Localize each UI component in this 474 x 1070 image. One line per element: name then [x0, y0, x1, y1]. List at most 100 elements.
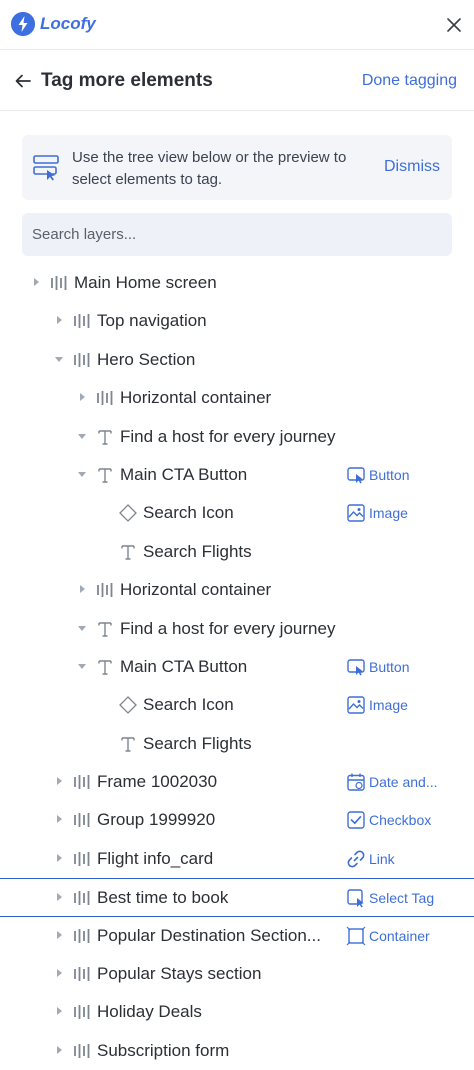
tree-row-label: Popular Destination Section... [97, 925, 321, 945]
banner-text: Use the tree view below or the preview t… [72, 149, 347, 188]
tree-row[interactable]: Find a host for every journey [0, 610, 474, 648]
tree-row-label: Main CTA Button [120, 464, 248, 484]
tree-row-label: Search Icon [143, 695, 234, 715]
tag-label: Date and... [369, 774, 438, 791]
tree-row-label: Frame 1002030 [97, 772, 218, 792]
caret-right-icon[interactable] [53, 1005, 65, 1017]
tag-label: Select Tag [369, 890, 435, 907]
search-layers-input[interactable] [22, 213, 452, 256]
caret-down-icon[interactable] [53, 353, 65, 365]
tree-row[interactable]: Search Icon Image [0, 686, 474, 724]
select-element-icon [33, 155, 59, 181]
tag-label: Button [369, 466, 410, 483]
tree-row[interactable]: Search Icon Image [0, 494, 474, 532]
caret-right-icon[interactable] [53, 891, 65, 903]
frame-icon [74, 352, 90, 367]
caret-down-icon[interactable] [76, 660, 88, 672]
tree-row-label: Main CTA Button [120, 656, 248, 676]
frame-icon [97, 583, 113, 598]
container-tag-icon [346, 926, 366, 946]
tree-row-label: Group 1999920 [97, 810, 216, 830]
back-arrow-icon[interactable] [12, 70, 34, 92]
page-title: Tag more elements [41, 70, 213, 91]
tree-row[interactable]: Group 1999920 Checkbox [0, 801, 474, 839]
caret-down-icon[interactable] [76, 622, 88, 634]
tree-row[interactable]: Popular Destination Section... Container [0, 917, 474, 955]
text-icon [98, 660, 112, 675]
tree-row[interactable]: Frame 1002030 Date and... [0, 763, 474, 801]
tree-row[interactable]: Popular Stays section [0, 955, 474, 993]
text-icon [121, 736, 135, 752]
tree-row[interactable]: Main Home screen [0, 264, 474, 302]
text-icon [121, 545, 135, 560]
caret-right-icon[interactable] [53, 813, 65, 825]
text-icon [98, 468, 112, 483]
calendar-tag-icon [347, 773, 365, 791]
caret-right-icon[interactable] [53, 314, 65, 326]
caret-right-icon[interactable] [53, 929, 65, 941]
tree-row-label: Subscription form [97, 1040, 230, 1060]
diamond-icon [119, 504, 137, 523]
tree-row-label: Main Home screen [74, 273, 217, 292]
frame-icon [74, 967, 90, 982]
frame-icon [51, 276, 67, 290]
tree-row[interactable]: Horizontal container [0, 571, 474, 609]
tree-row[interactable]: Main CTA Button Button [0, 648, 474, 686]
caret-right-icon[interactable] [53, 852, 65, 864]
tag-label: Image [369, 505, 408, 522]
caret-right-icon[interactable] [53, 1044, 65, 1056]
text-icon [98, 621, 112, 637]
tree-row-label: Search Flights [143, 733, 252, 753]
frame-icon [74, 813, 90, 828]
tree-row[interactable]: Best time to book Select Tag [0, 878, 474, 917]
tree-row-label: Horizontal container [120, 388, 272, 408]
caret-right-icon[interactable] [76, 583, 88, 595]
caret-down-icon[interactable] [76, 430, 88, 442]
caret-right-icon[interactable] [76, 391, 88, 403]
tree-row-label: Popular Stays section [97, 964, 262, 984]
tree-row[interactable]: Search Flights [0, 533, 474, 571]
frame-icon [74, 1005, 90, 1020]
tag-label: Button [369, 658, 410, 675]
caret-right-icon[interactable] [30, 276, 42, 288]
image-tag-icon [347, 504, 365, 523]
tree-row[interactable]: Search Flights [0, 725, 474, 763]
tree-row-label: Search Flights [143, 541, 252, 561]
text-icon [98, 429, 112, 445]
brand-name: Locofy [40, 14, 96, 33]
link-tag-icon [347, 850, 365, 868]
tree-row[interactable]: Top navigation [0, 302, 474, 340]
tree-row[interactable]: Holiday Deals [0, 993, 474, 1031]
frame-icon [74, 1043, 90, 1058]
checkbox-tag-icon [347, 811, 365, 830]
button-tag-icon [347, 659, 365, 676]
tree-row[interactable]: Flight info_card Link [0, 840, 474, 878]
image-tag-icon [347, 696, 365, 714]
close-icon[interactable] [443, 14, 465, 36]
tree-row[interactable]: Hero Section [0, 341, 474, 379]
tree-row[interactable]: Main CTA Button Button [0, 456, 474, 494]
top-bar: Locofy [0, 0, 474, 50]
dismiss-button[interactable]: Dismiss [384, 158, 440, 176]
frame-icon [74, 891, 90, 906]
tree-row-label: Find a host for every journey [120, 426, 336, 446]
tree-row-label: Find a host for every journey [120, 618, 336, 638]
tree-row-label: Horizontal container [120, 580, 272, 600]
tree-row[interactable]: Horizontal container [0, 379, 474, 417]
tree-row-label: Flight info_card [97, 848, 214, 868]
tree-row[interactable]: Subscription form [0, 1032, 474, 1070]
tree-row-label: Search Icon [143, 503, 234, 523]
tree-row-label: Top navigation [97, 311, 207, 331]
caret-right-icon[interactable] [53, 775, 65, 787]
frame-icon [74, 928, 90, 943]
done-tagging-button[interactable]: Done tagging [362, 72, 457, 90]
tree-row[interactable]: Find a host for every journey [0, 418, 474, 456]
caret-right-icon[interactable] [53, 967, 65, 979]
tag-label: Image [369, 697, 408, 714]
frame-icon [74, 851, 90, 866]
info-banner: Use the tree view below or the preview t… [22, 135, 452, 200]
tag-label: Link [369, 850, 395, 867]
frame-icon [97, 391, 113, 406]
caret-down-icon[interactable] [76, 468, 88, 480]
button-tag-icon [347, 467, 365, 484]
